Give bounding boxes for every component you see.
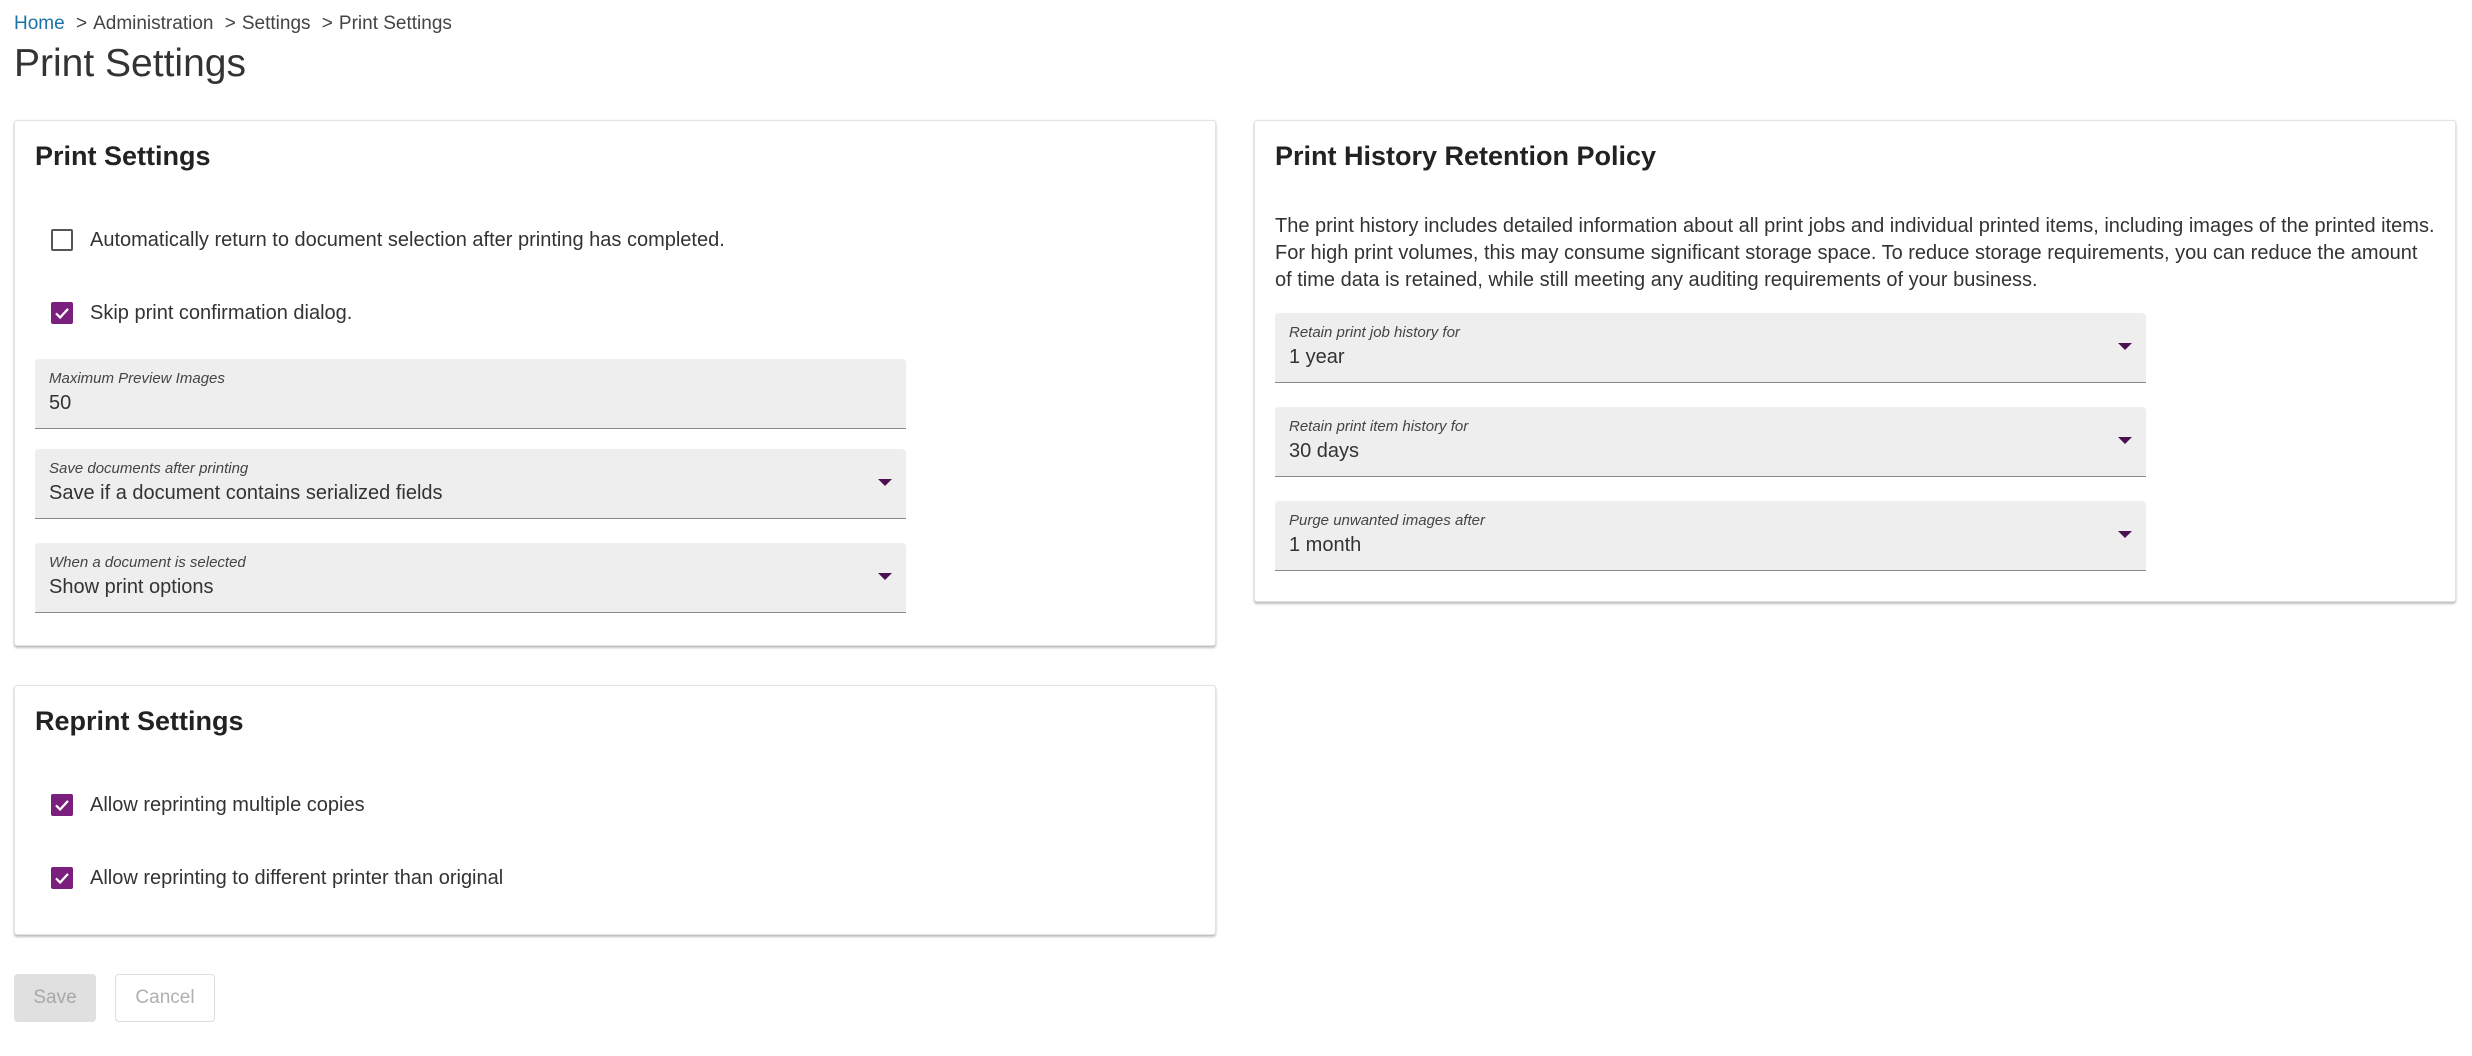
different-printer-option[interactable]: Allow reprinting to different printer th… (51, 865, 503, 891)
breadcrumb-separator: > (75, 13, 88, 34)
print-settings-title: Print Settings (35, 141, 211, 171)
purge-images-select[interactable]: Purge unwanted images after 1 month (1275, 501, 2146, 571)
retention-policy-card: Print History Retention Policy The print… (1254, 120, 2456, 602)
page-title: Print Settings (14, 42, 246, 85)
caret-down-icon (2118, 343, 2132, 350)
when-selected-value: Show print options (49, 576, 214, 598)
skip-confirmation-option[interactable]: Skip print confirmation dialog. (51, 300, 352, 326)
breadcrumb: Home > Administration > Settings > Print Se… (14, 13, 452, 35)
save-documents-value: Save if a document contains serialized f… (49, 482, 443, 504)
max-preview-images-label: Maximum Preview Images (49, 370, 225, 387)
max-preview-images-input[interactable]: 50 (49, 392, 71, 415)
reprint-settings-title: Reprint Settings (35, 706, 244, 736)
breadcrumb-home-link[interactable]: Home (14, 13, 65, 34)
caret-down-icon (2118, 531, 2132, 538)
save-button[interactable]: Save (14, 974, 96, 1022)
item-history-select[interactable]: Retain print item history for 30 days (1275, 407, 2146, 477)
multiple-copies-option[interactable]: Allow reprinting multiple copies (51, 792, 365, 818)
item-history-label: Retain print item history for (1289, 418, 1469, 435)
breadcrumb-separator: > (224, 13, 236, 34)
caret-down-icon (2118, 437, 2132, 444)
skip-confirmation-label: Skip print confirmation dialog. (90, 301, 353, 324)
checkmark-icon (55, 308, 69, 320)
cancel-button[interactable]: Cancel (115, 974, 215, 1022)
different-printer-label: Allow reprinting to different printer th… (90, 866, 504, 889)
breadcrumb-item-print-settings: Print Settings (338, 13, 452, 34)
skip-confirmation-checkbox[interactable] (51, 302, 73, 324)
breadcrumb-item-administration: Administration (93, 13, 214, 34)
when-selected-select[interactable]: When a document is selected Show print o… (35, 543, 906, 613)
caret-down-icon (878, 479, 892, 486)
when-selected-label: When a document is selected (49, 554, 246, 571)
multiple-copies-checkbox[interactable] (51, 794, 73, 816)
retention-policy-title: Print History Retention Policy (1275, 141, 1657, 171)
job-history-label: Retain print job history for (1289, 324, 1460, 341)
auto-return-option[interactable]: Automatically return to document selecti… (51, 227, 725, 253)
reprint-settings-card: Reprint Settings Allow reprinting multip… (14, 685, 1216, 935)
print-settings-card: Print Settings Automatically return to d… (14, 120, 1216, 646)
save-documents-label: Save documents after printing (49, 460, 249, 477)
auto-return-checkbox[interactable] (51, 229, 73, 251)
job-history-select[interactable]: Retain print job history for 1 year (1275, 313, 2146, 383)
item-history-value: 30 days (1289, 440, 1360, 462)
checkmark-icon (55, 800, 69, 812)
breadcrumb-separator: > (321, 13, 333, 34)
retention-policy-description: The print history includes detailed info… (1275, 215, 2435, 291)
max-preview-images-field[interactable]: Maximum Preview Images 50 (35, 359, 906, 429)
checkmark-icon (55, 873, 69, 885)
purge-images-value: 1 month (1289, 534, 1362, 556)
purge-images-label: Purge unwanted images after (1289, 512, 1485, 529)
auto-return-label: Automatically return to document selecti… (90, 228, 725, 251)
breadcrumb-item-settings: Settings (241, 13, 311, 34)
job-history-value: 1 year (1289, 346, 1345, 368)
caret-down-icon (878, 573, 892, 580)
save-documents-select[interactable]: Save documents after printing Save if a … (35, 449, 906, 519)
multiple-copies-label: Allow reprinting multiple copies (90, 793, 365, 816)
different-printer-checkbox[interactable] (51, 867, 73, 889)
